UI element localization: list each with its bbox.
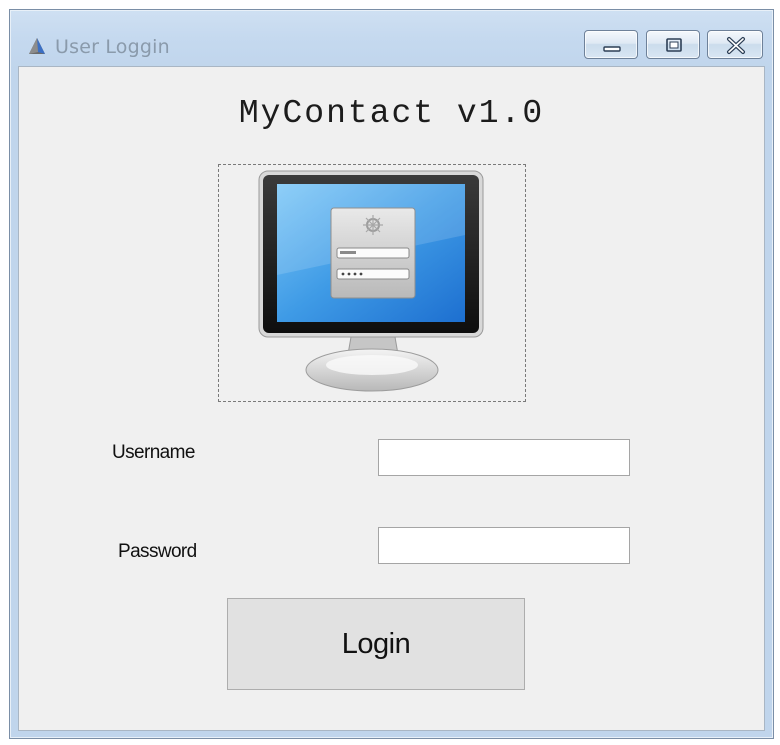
form-body: MyContact v1.0 Username Password Login [18, 66, 765, 731]
login-window: User Loggin MyContact v1.0 Username Pass… [9, 9, 774, 739]
minimize-button[interactable] [584, 30, 638, 59]
maximize-button[interactable] [646, 30, 700, 59]
app-logo-icon [26, 35, 48, 57]
monitor-login-icon [258, 170, 484, 392]
close-button[interactable] [707, 30, 763, 59]
app-heading: MyContact v1.0 [238, 95, 545, 132]
username-input[interactable] [378, 439, 630, 476]
username-label: Username [112, 442, 195, 463]
login-picture [218, 164, 526, 402]
password-label: Password [118, 541, 197, 562]
login-button[interactable]: Login [227, 598, 525, 690]
maximize-icon [666, 38, 682, 52]
close-icon [727, 37, 745, 54]
window-title: User Loggin [55, 36, 170, 58]
password-input[interactable] [378, 527, 630, 564]
title-bar[interactable]: User Loggin [10, 10, 773, 66]
minimize-icon [603, 46, 621, 52]
